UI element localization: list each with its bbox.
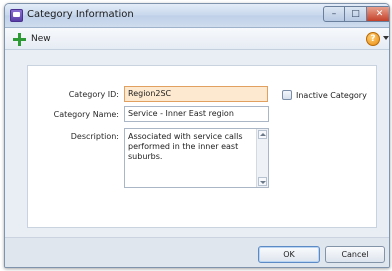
category-id-label: Category ID: — [68, 90, 119, 99]
plus-icon — [13, 32, 26, 46]
category-information-window: Category Information – □ ✕ New ? Categor… — [4, 3, 390, 268]
scroll-up-icon[interactable] — [258, 130, 267, 139]
inactive-category-checkbox[interactable]: Inactive Category — [282, 90, 367, 100]
description-text: Associated with service calls performed … — [128, 132, 243, 161]
category-id-input[interactable]: Region2SC — [124, 86, 268, 102]
button-bar: OK Cancel — [5, 237, 389, 267]
ok-button[interactable]: OK — [258, 246, 320, 263]
cancel-button[interactable]: Cancel — [325, 246, 385, 263]
checkbox-icon[interactable] — [282, 90, 292, 100]
new-button-label: New — [31, 34, 51, 44]
new-button[interactable]: New — [11, 31, 55, 47]
toolbar: New ? — [5, 28, 389, 50]
description-scrollbar[interactable] — [256, 129, 268, 187]
close-button[interactable]: ✕ — [367, 6, 389, 22]
app-icon — [10, 9, 23, 22]
description-label: Description: — [70, 132, 119, 141]
maximize-button[interactable]: □ — [345, 6, 367, 22]
description-textarea[interactable]: Associated with service calls performed … — [124, 128, 269, 188]
inactive-category-label: Inactive Category — [296, 90, 367, 100]
help-icon[interactable]: ? — [366, 32, 380, 46]
form-panel: Category ID: Region2SC Inactive Category… — [27, 65, 377, 228]
scroll-down-icon[interactable] — [258, 177, 267, 186]
help-dropdown-arrow-icon[interactable] — [383, 36, 389, 40]
category-name-label: Category Name: — [53, 110, 119, 119]
window-title: Category Information — [27, 9, 134, 20]
minimize-button[interactable]: – — [323, 6, 345, 22]
category-name-input[interactable]: Service - Inner East region — [124, 106, 269, 122]
title-bar[interactable]: Category Information – □ ✕ — [5, 4, 389, 28]
